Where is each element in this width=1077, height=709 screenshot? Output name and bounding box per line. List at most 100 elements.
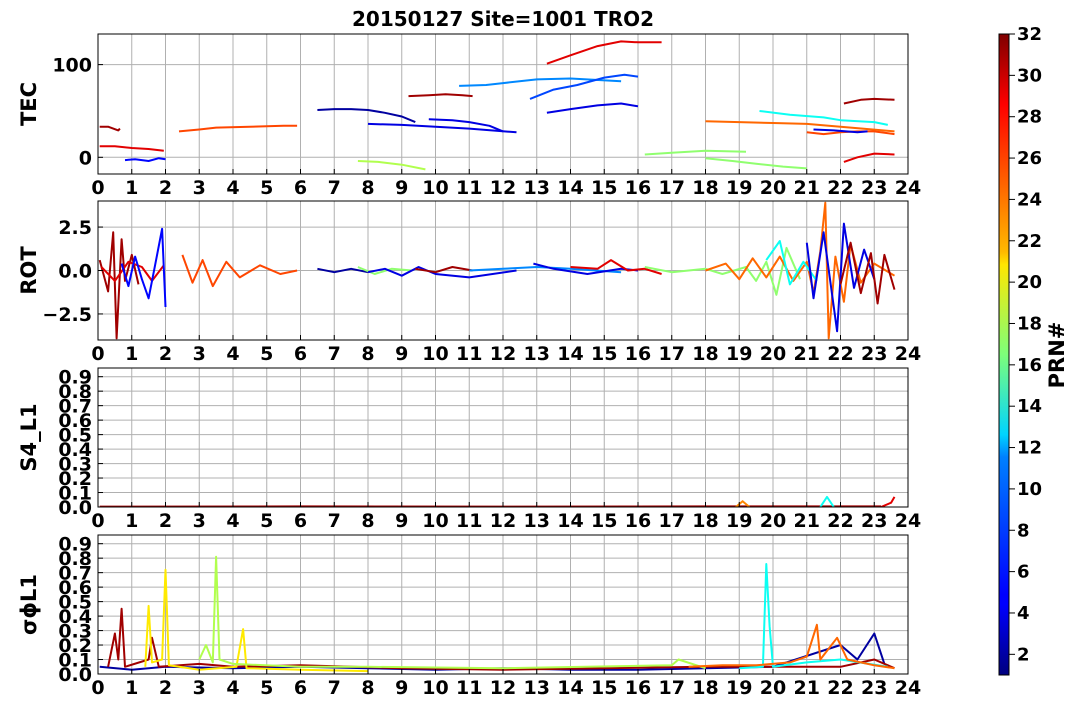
panel-3: 0 1 2 3 4 5 6 7 8 9 10 11 12 13 14 15 16 17 18 19 20 21 22 23 24… — [17, 367, 921, 532]
x-tick-label: 6 — [294, 177, 307, 199]
x-tick-label: 13 — [524, 677, 550, 699]
y-tick-label: 2.5 — [58, 217, 92, 239]
colorbar-tick-label: 6 — [1017, 562, 1030, 583]
x-tick-label: 17 — [659, 343, 685, 365]
x-tick-label: 4 — [226, 677, 239, 699]
x-tick-label: 15 — [591, 177, 617, 199]
colorbar: PRN# 2468101214161820222426283032 — [998, 24, 1069, 676]
x-tick-label: 10 — [422, 343, 448, 365]
x-tick-label: 10 — [422, 677, 448, 699]
series-line-prn-31 — [107, 607, 895, 671]
x-tick-label: 1 — [125, 677, 138, 699]
grid-lines — [97, 368, 909, 508]
x-tick-label: 1 — [125, 510, 138, 532]
panel-1: 0 1 2 3 4 5 6 7 8 9 10 11 12 13 14 15 16 17 18 19 20 21 22 23 24… — [17, 33, 921, 199]
x-tick-label: 16 — [625, 177, 651, 199]
x-tick-label: 24 — [895, 343, 921, 365]
y-axis-label: σϕL1 — [17, 574, 41, 635]
x-tick-label: 5 — [260, 677, 273, 699]
x-tick-label: 10 — [422, 177, 448, 199]
x-tick-label: 23 — [861, 343, 887, 365]
x-tick-label: 21 — [794, 677, 820, 699]
x-tick-label: 0 — [91, 177, 104, 199]
x-tick-label: 8 — [361, 677, 374, 699]
colorbar-tick-label: 16 — [1017, 355, 1042, 376]
x-tick-label: 12 — [490, 510, 516, 532]
x-tick-label: 14 — [557, 510, 583, 532]
x-tick-label: 6 — [294, 677, 307, 699]
x-tick-label: 19 — [726, 510, 752, 532]
x-tick-label: 12 — [490, 677, 516, 699]
x-tick-label: 17 — [659, 510, 685, 532]
x-tick-label: 23 — [861, 177, 887, 199]
series-line-prn-2 — [317, 267, 369, 274]
colorbar-label: PRN# — [1045, 322, 1069, 389]
panels-group: 0 1 2 3 4 5 6 7 8 9 10 11 12 13 14 15 16 17 18 19 20 21 22 23 24… — [17, 33, 921, 699]
y-axis-label: S4_L1 — [17, 403, 41, 471]
x-tick-label: 2 — [159, 510, 172, 532]
colorbar-tick-label: 30 — [1017, 65, 1042, 86]
x-tick-label: 4 — [226, 510, 239, 532]
grid-lines — [97, 34, 909, 174]
x-tick-label: 22 — [827, 510, 853, 532]
x-tick-label: 3 — [193, 677, 206, 699]
x-tick-label: 0 — [91, 510, 104, 532]
x-tick-label: 24 — [895, 510, 921, 532]
x-tick-label: 20 — [760, 343, 786, 365]
x-tick-label: 8 — [361, 343, 374, 365]
x-tick-label: 22 — [827, 343, 853, 365]
colorbar-tick-label: 26 — [1017, 148, 1042, 169]
x-tick-label: 10 — [422, 510, 448, 532]
x-tick-label: 19 — [726, 343, 752, 365]
x-tick-label: 13 — [524, 343, 550, 365]
figure-canvas: 20150127 Site=1001 TRO2 0 1 2 3 4 5 6 7 8 9 10 11 12… — [17, 7, 1069, 699]
x-tick-label: 12 — [490, 343, 516, 365]
series-line-prn-2 — [317, 108, 416, 124]
x-tick-label: 13 — [524, 177, 550, 199]
x-tick-label: 16 — [625, 677, 651, 699]
panel-2: 0 1 2 3 4 5 6 7 8 9 10 11 12 13 14 15 16 17 18 19 20 21 22 23 24… — [17, 200, 921, 365]
x-tick-label: 11 — [456, 677, 482, 699]
x-tick-label: 15 — [591, 343, 617, 365]
x-tick-label: 5 — [260, 510, 273, 532]
x-tick-label: 8 — [361, 177, 374, 199]
x-tick-label: 4 — [226, 343, 239, 365]
colorbar-tick-label: 32 — [1017, 24, 1042, 45]
x-tick-label: 24 — [895, 677, 921, 699]
x-tick-label: 4 — [226, 177, 239, 199]
y-tick-label: 100 — [52, 55, 92, 77]
series-line-prn-31 — [415, 266, 473, 274]
x-tick-label: 9 — [395, 343, 408, 365]
series-group — [99, 40, 895, 171]
x-tick-label: 19 — [726, 177, 752, 199]
colorbar-tick-label: 12 — [1017, 438, 1042, 459]
x-tick-label: 5 — [260, 343, 273, 365]
x-tick-label: 2 — [159, 177, 172, 199]
colorbar-tick-label: 18 — [1017, 313, 1042, 334]
series-line-prn-25 — [705, 120, 895, 133]
x-tick-label: 3 — [193, 177, 206, 199]
x-tick-label: 19 — [726, 677, 752, 699]
x-tick-label: 1 — [125, 177, 138, 199]
y-tick-label: 0 — [79, 147, 92, 169]
x-tick-label: 7 — [328, 177, 341, 199]
x-tick-label: 16 — [625, 510, 651, 532]
x-tick-label: 0 — [91, 677, 104, 699]
y-tick-label: 0.0 — [58, 261, 92, 283]
x-tick-label: 5 — [260, 177, 273, 199]
x-tick-label: 20 — [760, 177, 786, 199]
x-tick-label: 9 — [395, 510, 408, 532]
x-tick-label: 11 — [456, 510, 482, 532]
x-tick-label: 7 — [328, 510, 341, 532]
chart-title: 20150127 Site=1001 TRO2 — [352, 7, 654, 31]
x-tick-label: 22 — [827, 177, 853, 199]
x-tick-label: 18 — [692, 177, 718, 199]
series-line-prn-31 — [408, 93, 473, 98]
series-line-prn-4 — [546, 102, 639, 114]
colorbar-gradient — [998, 33, 1010, 676]
y-axis-label: ROT — [17, 246, 41, 295]
x-tick-label: 13 — [524, 510, 550, 532]
colorbar-tick-label: 10 — [1017, 479, 1042, 500]
x-tick-label: 14 — [557, 343, 583, 365]
x-tick-label: 8 — [361, 510, 374, 532]
